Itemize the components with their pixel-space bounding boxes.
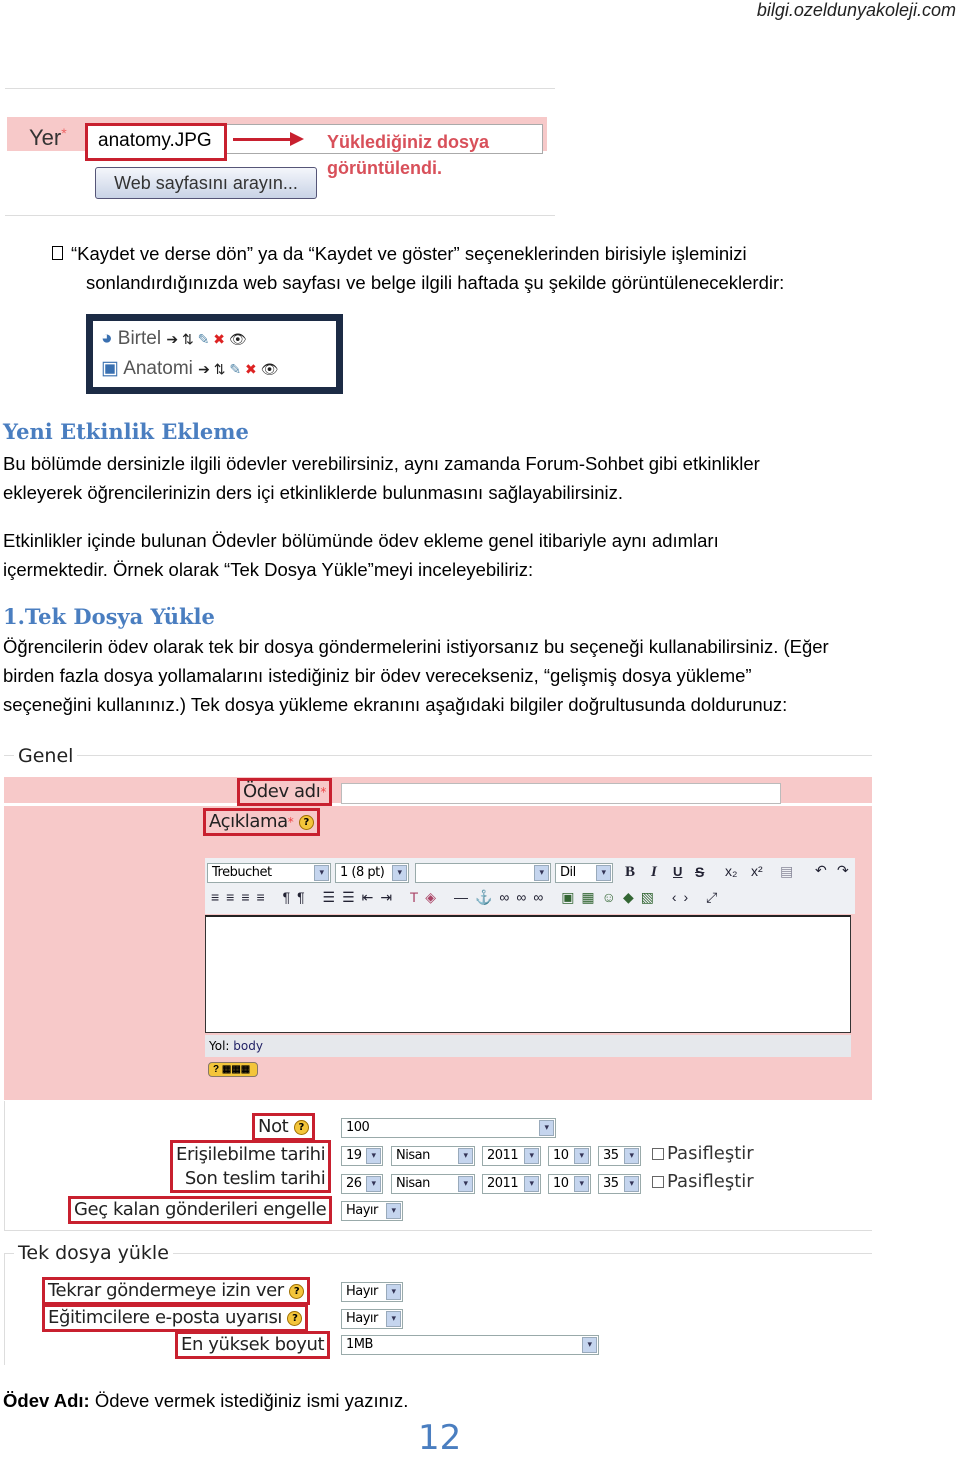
help-icon: ? xyxy=(287,1310,303,1326)
help-icon: ? xyxy=(298,814,314,830)
available-disable-checkbox[interactable]: Pasifleştir xyxy=(652,1143,754,1164)
legend-general: Genel xyxy=(14,745,78,767)
editor-toolbar: Trebuchet ▾ 1 (8 pt) ▾ ▾ Dil ▾ B I U S x₂ x… xyxy=(205,858,855,914)
due-disable-checkbox[interactable]: Pasifleştir xyxy=(652,1171,754,1192)
strikethrough-button[interactable]: S xyxy=(695,864,704,880)
due-day-select[interactable]: 26 ▾ xyxy=(341,1174,383,1194)
image-icon: ▣ xyxy=(101,358,119,379)
section-heading: 1.Tek Dosya Yükle xyxy=(3,604,215,629)
available-month-select[interactable]: Nisan ▾ xyxy=(391,1146,475,1166)
superscript-icon[interactable]: x² xyxy=(751,863,763,879)
format-select[interactable]: ▾ xyxy=(415,863,551,883)
bullet-paragraph: “Kaydet ve derse dön” ya da “Kaydet ve g… xyxy=(52,239,952,297)
help-icon: ? xyxy=(289,1283,305,1299)
help-icon: ? xyxy=(293,1119,309,1135)
insert-icons: ▣▦☺◆▧ xyxy=(561,889,661,905)
size-select[interactable]: 1 (8 pt) ▾ xyxy=(335,863,409,883)
due-year-select[interactable]: 2011 ▾ xyxy=(482,1174,541,1194)
prevent-late-label: Geç kalan gönderileri engelle xyxy=(68,1196,333,1224)
list-icons: ☰☰⇤⇥ xyxy=(322,889,400,905)
due-minute-select[interactable]: 35 ▾ xyxy=(598,1174,641,1194)
link-icons: —⚓∞∞∞ xyxy=(453,889,551,905)
bullet-icon xyxy=(52,246,63,260)
subscript-icon[interactable]: x₂ xyxy=(725,863,737,879)
grade-label: Not ? xyxy=(252,1113,315,1141)
list-item[interactable]: ◕ Birtel ➔ ⇅ ✎ ✖ 👁 xyxy=(101,324,328,354)
assignment-name-label: Ödev adı* xyxy=(237,778,332,806)
email-alert-select[interactable]: Hayır ▾ xyxy=(341,1309,403,1329)
max-size-select[interactable]: 1MB ▾ xyxy=(341,1335,599,1355)
web-page-icon: ◕ xyxy=(101,328,113,349)
due-hour-select[interactable]: 10 ▾ xyxy=(548,1174,591,1194)
undo-icon[interactable]: ↶ xyxy=(815,862,827,879)
site-header: bilgi.ozeldunyakoleji.com xyxy=(756,0,956,20)
available-minute-select[interactable]: 35 ▾ xyxy=(598,1146,641,1166)
location-label: Yer xyxy=(29,125,62,150)
assignment-form-screenshot: Genel Ödev adı* Açıklama* ? Trebuchet ▾ 1… xyxy=(4,745,872,1365)
path-link[interactable]: body xyxy=(233,1039,263,1053)
action-icons: ➔ ⇅ ✎ ✖ 👁 xyxy=(198,361,279,377)
max-size-label: En yüksek boyut xyxy=(175,1331,331,1359)
language-select[interactable]: Dil ▾ xyxy=(555,863,613,883)
resubmit-select[interactable]: Hayır ▾ xyxy=(341,1282,403,1302)
bold-button[interactable]: B xyxy=(625,864,635,881)
font-select[interactable]: Trebuchet ▾ xyxy=(207,863,331,883)
available-year-select[interactable]: 2011 ▾ xyxy=(482,1146,541,1166)
grade-select[interactable]: 100 ▾ xyxy=(341,1118,556,1138)
activity-list-screenshot: ◕ Birtel ➔ ⇅ ✎ ✖ 👁 ▣ Anatomi ➔ ⇅ ✎ ✖ 👁 xyxy=(86,314,343,394)
html-icon: ‹› xyxy=(671,889,696,905)
list-item[interactable]: ▣ Anatomi ➔ ⇅ ✎ ✖ 👁 xyxy=(101,354,328,384)
legend-upload: Tek dosya yükle xyxy=(14,1242,173,1264)
description-label: Açıklama* ? xyxy=(203,808,320,836)
description-editor[interactable] xyxy=(205,915,851,1033)
upload-screenshot: Yer* anatomy.JPG Yüklediğiniz dosya görü… xyxy=(5,88,555,216)
arrow-icon xyxy=(290,132,304,146)
resubmit-label: Tekrar göndermeye izin ver ? xyxy=(42,1277,311,1305)
dates-label-box: Erişilebilme tarihi Son teslim tarihi xyxy=(170,1140,332,1193)
editor-path-bar: Yol: body xyxy=(205,1035,851,1057)
underline-button[interactable]: U xyxy=(673,864,682,879)
prevent-late-select[interactable]: Hayır ▾ xyxy=(341,1201,403,1221)
footer-note: Ödev Adı: Ödeve vermek istediğiniz ismi … xyxy=(3,1390,409,1411)
section-heading: Yeni Etkinlik Ekleme xyxy=(3,419,249,444)
page-number: 12 xyxy=(418,1418,462,1458)
paste-word-icon[interactable]: ▤ xyxy=(780,863,793,880)
file-name-field[interactable]: anatomy.JPG xyxy=(85,123,227,161)
redo-icon[interactable]: ↷ xyxy=(837,862,849,879)
assignment-name-input[interactable] xyxy=(341,783,781,804)
toolbar-row-2[interactable]: ≡≡≡≡ ¶¶ ☰☰⇤⇥ T◈ —⚓∞∞∞ ▣▦☺◆▧ ‹› ⤢ xyxy=(211,889,724,906)
available-hour-select[interactable]: 10 ▾ xyxy=(548,1146,591,1166)
browse-button[interactable]: Web sayfasını arayın... xyxy=(95,167,317,199)
due-month-select[interactable]: Nisan ▾ xyxy=(391,1174,475,1194)
align-icons: ≡≡≡≡ xyxy=(211,889,272,905)
color-icons: T◈ xyxy=(409,889,444,905)
upload-annotation: Yüklediğiniz dosya görüntülendi. xyxy=(327,132,490,178)
direction-icons: ¶¶ xyxy=(282,889,312,905)
action-icons: ➔ ⇅ ✎ ✖ 👁 xyxy=(166,331,247,347)
available-day-select[interactable]: 19 ▾ xyxy=(341,1146,383,1166)
fullscreen-icon: ⤢ xyxy=(706,889,725,905)
editor-help-icon[interactable]: ? ▦▦▦ xyxy=(208,1062,258,1077)
email-alert-label: Eğitimcilere e-posta uyarısı ? xyxy=(42,1304,309,1332)
italic-button[interactable]: I xyxy=(651,864,657,881)
